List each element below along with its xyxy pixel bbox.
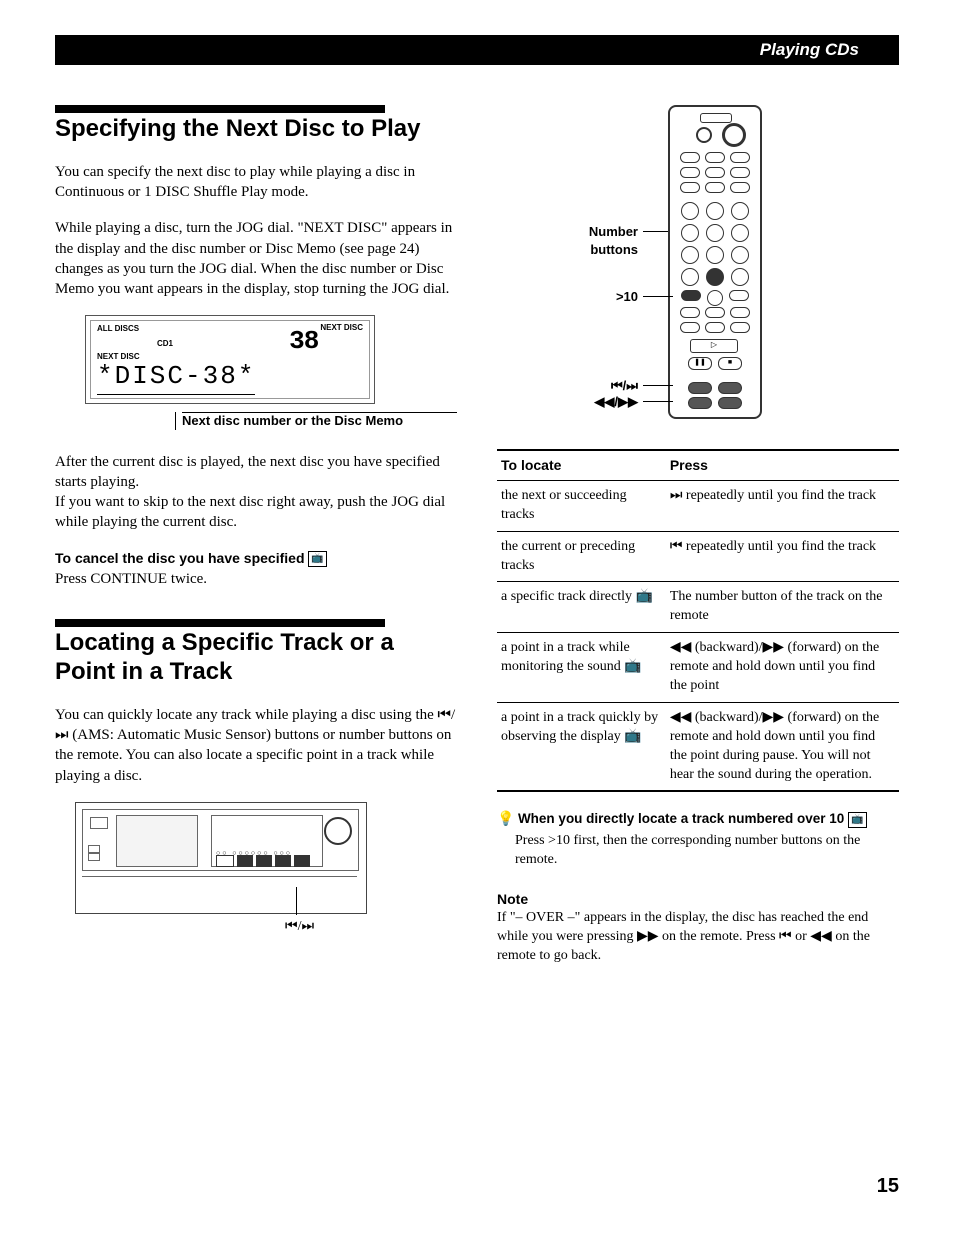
locate-table: To locate Press the next or succeeding t… — [497, 449, 899, 792]
remote-icon: 📺 — [848, 812, 866, 828]
table-header-1: To locate — [497, 450, 666, 480]
table-row: the current or preceding tracks⏮ repeate… — [497, 531, 899, 582]
note-body: If "– OVER –" appears in the display, th… — [497, 909, 899, 966]
remote-label-skip: ⏮/⏭ — [538, 377, 638, 395]
display-big-number: 38 — [289, 324, 318, 359]
tip-body: Press >10 first, then the corresponding … — [515, 832, 899, 870]
section1-para2: While playing a disc, turn the JOG dial.… — [55, 218, 457, 299]
remote-diagram: ▷ ❚❚ ■ — [538, 105, 858, 425]
remote-icon: 📺 — [308, 551, 326, 567]
table-row: a point in a track while monitoring the … — [497, 633, 899, 703]
display-all-discs: ALL DISCS — [97, 324, 173, 335]
cancel-head: To cancel the disc you have specified 📺 — [55, 550, 327, 566]
tip-box: 💡 When you directly locate a track numbe… — [497, 810, 899, 870]
table-row: a point in a track quickly by observing … — [497, 702, 899, 791]
left-column: Specifying the Next Disc to Play You can… — [55, 105, 457, 966]
unit-caption: ⏮/⏭ — [285, 918, 457, 937]
note-head: Note — [497, 890, 899, 909]
remote-label-number-buttons: Number buttons — [538, 223, 638, 258]
tip-icon: 💡 — [497, 812, 514, 827]
tip-head: When you directly locate a track numbere… — [518, 811, 867, 826]
display-cd1: CD1 — [157, 339, 173, 350]
section-rule-2 — [55, 619, 385, 627]
display-next-disc-small: NEXT DISC — [320, 324, 363, 332]
section1-para1: You can specify the next disc to play wh… — [55, 162, 457, 203]
display-panel: ALL DISCS CD1 NEXT DISC 38 NEXT DISC *DI… — [85, 315, 375, 403]
header-title: Playing CDs — [760, 39, 859, 62]
section1-para3: After the current disc is played, the ne… — [55, 452, 457, 493]
section1-title: Specifying the Next Disc to Play — [55, 115, 457, 144]
page-number: 15 — [877, 1173, 899, 1200]
section2-para1: You can quickly locate any track while p… — [55, 705, 457, 786]
right-column: ▷ ❚❚ ■ — [497, 105, 899, 966]
section1-para4: If you want to skip to the next disc rig… — [55, 492, 457, 533]
section-rule — [55, 105, 385, 113]
display-main-text: *DISC-38* — [97, 359, 255, 395]
table-header-2: Press — [666, 450, 899, 480]
unit-diagram: ○○ ○○○○○○ ○○○ — [75, 802, 367, 914]
header-bar: Playing CDs — [55, 35, 899, 65]
section2-title: Locating a Specific Track or a Point in … — [55, 629, 457, 687]
table-row: a specific track directly 📺The number bu… — [497, 582, 899, 633]
remote-label-scan: ◀◀/▶▶ — [538, 393, 638, 411]
cancel-body: Press CONTINUE twice. — [55, 569, 457, 589]
display-caption: Next disc number or the Disc Memo — [175, 412, 457, 430]
table-row: the next or succeeding tracks⏭ repeatedl… — [497, 480, 899, 531]
remote-label-gt10: >10 — [538, 288, 638, 306]
